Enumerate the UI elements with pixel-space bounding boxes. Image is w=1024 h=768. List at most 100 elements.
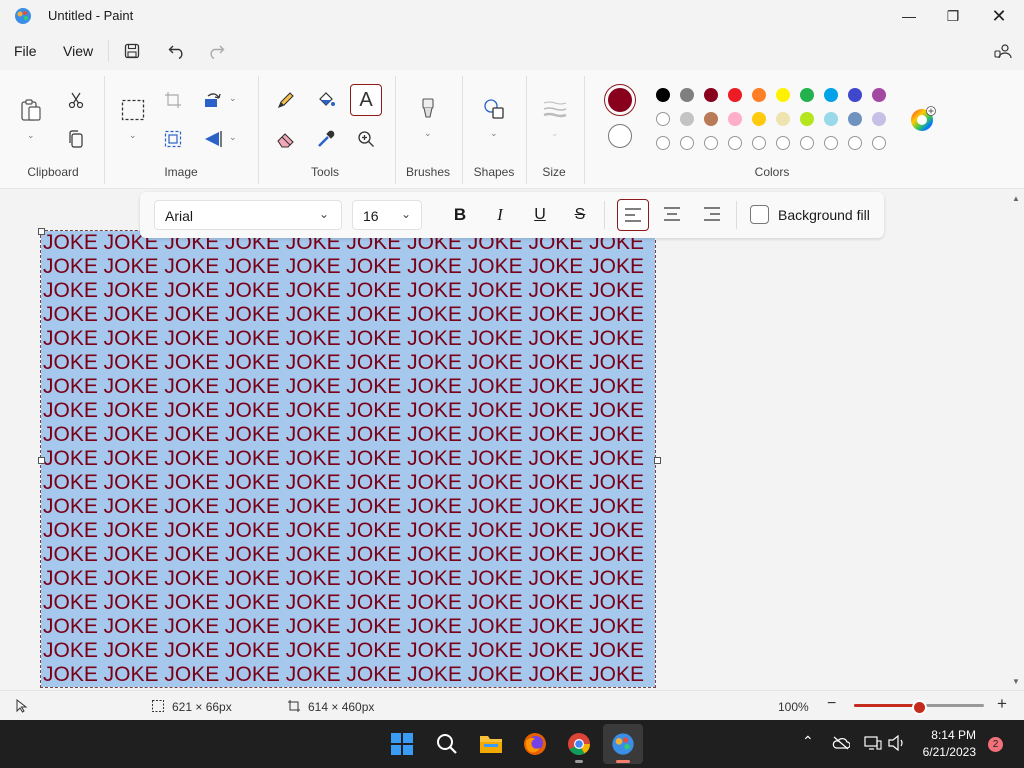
brushes-button[interactable] [416, 97, 440, 121]
text-box[interactable]: JOKE JOKE JOKE JOKE JOKE JOKE JOKE JOKE … [41, 231, 655, 687]
resize-handle[interactable] [654, 457, 661, 464]
align-center-button[interactable] [664, 207, 680, 226]
italic-button[interactable]: I [488, 202, 512, 228]
undo-button[interactable] [166, 40, 188, 62]
chevron-down-icon[interactable]: ⌄ [27, 130, 35, 141]
text-tool[interactable]: A [350, 84, 382, 116]
windows-start-icon[interactable] [391, 733, 413, 755]
firefox-icon[interactable] [523, 732, 547, 756]
chevron-down-icon[interactable]: ⌄ [229, 93, 237, 104]
align-right-button[interactable] [704, 207, 720, 226]
font-family-select[interactable]: Arial ⌄ [154, 200, 342, 230]
account-button[interactable] [992, 40, 1014, 62]
chevron-down-icon[interactable]: ⌄ [229, 132, 237, 143]
network-icon[interactable] [864, 735, 882, 751]
eraser-icon [277, 133, 294, 148]
color-swatch[interactable] [776, 88, 790, 102]
chevron-up-icon[interactable]: ⌃ [802, 733, 814, 750]
chevron-down-icon[interactable]: ⌄ [551, 128, 559, 139]
minimize-button[interactable]: — [886, 0, 932, 32]
scroll-down-icon[interactable]: ▼ [1012, 677, 1020, 686]
scroll-up-icon[interactable]: ▲ [1012, 194, 1020, 203]
color-swatch[interactable] [776, 136, 790, 150]
save-button[interactable] [121, 40, 143, 62]
zoom-in-button[interactable]: + [997, 694, 1007, 714]
color-swatch[interactable] [824, 112, 838, 126]
align-left-button[interactable] [617, 199, 649, 231]
restore-button[interactable]: ❐ [930, 0, 976, 32]
color-swatch[interactable] [656, 136, 670, 150]
color-swatch[interactable] [704, 88, 718, 102]
color-swatch[interactable] [728, 88, 742, 102]
magnifier-tool[interactable] [354, 127, 378, 151]
color-swatch[interactable] [704, 136, 718, 150]
color-swatch[interactable] [752, 88, 766, 102]
menu-file[interactable]: File [14, 43, 37, 59]
resize-button[interactable] [161, 127, 185, 151]
rotate-button[interactable] [201, 88, 225, 112]
color-swatch[interactable] [848, 112, 862, 126]
color-swatch[interactable] [680, 112, 694, 126]
color-swatch[interactable] [800, 112, 814, 126]
paint-taskbar-button[interactable] [603, 724, 643, 764]
zoom-slider-thumb[interactable] [912, 700, 927, 715]
shapes-button[interactable] [482, 97, 506, 121]
resize-handle[interactable] [38, 457, 45, 464]
chevron-down-icon[interactable]: ⌄ [129, 130, 137, 141]
resize-handle[interactable] [38, 228, 45, 235]
color-swatch[interactable] [728, 136, 742, 150]
close-button[interactable]: ✕ [976, 0, 1022, 32]
file-explorer-icon[interactable] [479, 733, 503, 755]
strikethrough-button[interactable]: S [568, 202, 592, 228]
color-swatch[interactable] [728, 112, 742, 126]
bold-button[interactable]: B [448, 202, 472, 228]
search-icon[interactable] [436, 733, 458, 755]
chevron-down-icon[interactable]: ⌄ [490, 128, 498, 139]
color-swatch[interactable] [776, 112, 790, 126]
flip-button[interactable] [201, 127, 225, 151]
select-button[interactable] [121, 98, 145, 122]
color-swatch[interactable] [656, 112, 670, 126]
clock-date[interactable]: 6/21/2023 [910, 745, 976, 759]
redo-button[interactable] [205, 40, 227, 62]
copy-button[interactable] [64, 127, 88, 151]
chevron-down-icon[interactable]: ⌄ [424, 128, 432, 139]
color-swatch[interactable] [680, 88, 694, 102]
color-swatch[interactable] [872, 136, 886, 150]
color-swatch[interactable] [872, 112, 886, 126]
clock-time[interactable]: 8:14 PM [910, 728, 976, 742]
color-swatch[interactable] [800, 88, 814, 102]
notification-badge[interactable]: 2 [988, 737, 1003, 752]
underline-button[interactable]: U [528, 202, 552, 228]
color-swatch[interactable] [680, 136, 694, 150]
cut-button[interactable] [64, 88, 88, 112]
color-swatch[interactable] [752, 136, 766, 150]
color-swatch[interactable] [872, 88, 886, 102]
color-swatch[interactable] [824, 136, 838, 150]
color-swatch[interactable] [848, 136, 862, 150]
color-swatch[interactable] [704, 112, 718, 126]
color-swatch[interactable] [752, 112, 766, 126]
edit-colors-button[interactable] [910, 106, 936, 132]
zoom-out-button[interactable]: − [827, 695, 836, 713]
color-swatch[interactable] [824, 88, 838, 102]
volume-icon[interactable] [888, 735, 906, 751]
crop-button[interactable] [161, 88, 185, 112]
pencil-tool[interactable] [274, 88, 298, 112]
fill-tool[interactable] [314, 88, 338, 112]
color1-button[interactable] [604, 84, 636, 116]
onedrive-icon[interactable] [832, 736, 850, 750]
menu-view[interactable]: View [63, 43, 93, 59]
color2-button[interactable] [608, 124, 632, 148]
background-fill-checkbox[interactable] [750, 205, 769, 224]
color-swatch[interactable] [656, 88, 670, 102]
size-button[interactable] [543, 97, 567, 121]
vertical-scrollbar[interactable]: ▲ ▼ [1010, 192, 1024, 688]
color-picker-tool[interactable] [314, 127, 338, 151]
color-swatch[interactable] [848, 88, 862, 102]
paste-button[interactable] [19, 98, 43, 122]
font-size-select[interactable]: 16 ⌄ [352, 200, 422, 230]
chrome-icon[interactable] [567, 732, 591, 756]
eraser-tool[interactable] [274, 127, 298, 151]
color-swatch[interactable] [800, 136, 814, 150]
